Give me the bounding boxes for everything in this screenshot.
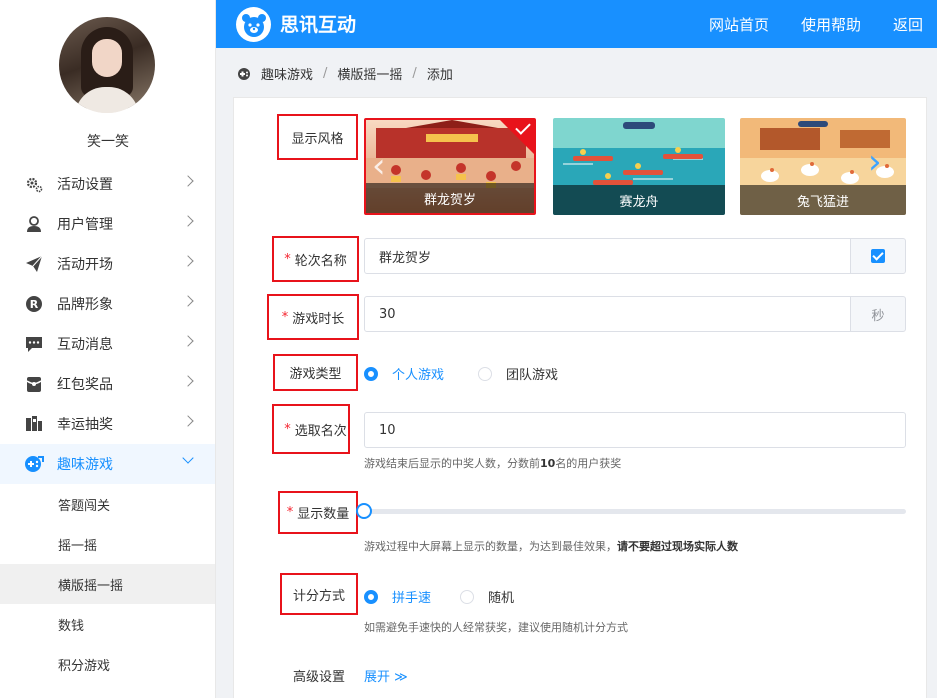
nav-back-link[interactable]: 返回: [893, 14, 923, 35]
chevron-right-icon: [182, 335, 194, 347]
sidebar-item-lucky-draw[interactable]: 幸运抽奖: [0, 404, 215, 444]
sidebar-subitem-horizontal-shake[interactable]: 横版摇一摇: [0, 564, 215, 604]
gamepad-icon: [237, 67, 253, 81]
checkbox-checked-icon[interactable]: [871, 249, 885, 263]
sidebar-item-label: 趣味游戏: [57, 457, 113, 473]
duration-unit: 秒: [850, 296, 906, 332]
advanced-expand-link[interactable]: 展开 ≫: [364, 666, 408, 685]
svg-text:R: R: [30, 298, 39, 311]
user-icon: [24, 214, 44, 234]
display-count-slider[interactable]: [364, 509, 906, 514]
chevron-right-icon: [182, 415, 194, 427]
sidebar-subitem-points-game[interactable]: 积分游戏: [0, 644, 215, 684]
chevron-right-icon: [182, 375, 194, 387]
lottery-icon: [24, 414, 44, 434]
avatar[interactable]: [59, 17, 155, 113]
style-option-dragon-boat[interactable]: 赛龙舟: [553, 118, 725, 215]
radio-team-game[interactable]: 团队游戏: [478, 364, 558, 383]
sidebar-subitem-quiz[interactable]: 答题闯关: [0, 484, 215, 524]
radio-speed-scoring[interactable]: 拼手速: [364, 587, 431, 606]
sidebar-item-label: 红包奖品: [57, 377, 113, 393]
style-option-dragon[interactable]: ‹ 群龙贺岁: [364, 118, 536, 215]
username: 笑一笑: [87, 134, 129, 150]
nav-home-link[interactable]: 网站首页: [709, 14, 769, 35]
scoring-label: 计分方式: [292, 588, 345, 604]
sidebar-item-red-packet[interactable]: 红包奖品: [0, 364, 215, 404]
duration-input[interactable]: 30: [364, 296, 851, 332]
display-count-label: * 显示数量: [286, 505, 350, 522]
chevron-right-icon: [182, 295, 194, 307]
sidebar-item-brand-image[interactable]: R 品牌形象: [0, 284, 215, 324]
style-label: 显示风格: [291, 131, 344, 147]
sidebar-item-label: 活动开场: [57, 257, 113, 273]
radio-checked-icon: [364, 366, 378, 381]
round-name-checkbox-addon[interactable]: [850, 238, 906, 274]
style-caption: 兔飞猛进: [740, 185, 906, 215]
style-caption: 赛龙舟: [553, 185, 725, 215]
sidebar-item-label: 幸运抽奖: [57, 417, 113, 433]
radio-unchecked-icon: [478, 366, 492, 381]
paper-plane-icon: [24, 254, 44, 274]
sidebar-subitem-shake[interactable]: 摇一摇: [0, 524, 215, 564]
sidebar-item-fun-games[interactable]: 趣味游戏: [0, 444, 215, 484]
sidebar-subitem-count-money[interactable]: 数钱: [0, 604, 215, 644]
display-count-hint: 游戏过程中大屏幕上显示的数量，为达到最佳效果，请不要超过现场实际人数: [364, 540, 738, 553]
gamepad-icon: [24, 454, 44, 474]
chevron-right-icon: [182, 215, 194, 227]
style-caption: 群龙贺岁: [366, 183, 534, 213]
message-icon: [24, 334, 44, 354]
chevron-right-icon[interactable]: ›: [868, 142, 882, 182]
sidebar-item-activity-settings[interactable]: 活动设置: [0, 164, 215, 204]
sidebar-menu: 活动设置 用户管理 活动开场 R 品牌形象 互动消息 红包奖品 幸运抽奖 趣味游…: [0, 164, 215, 684]
radio-random-scoring[interactable]: 随机: [460, 587, 514, 606]
radio-unchecked-icon: [460, 589, 474, 604]
round-name-label: * 轮次名称: [284, 251, 347, 269]
sidebar-item-user-management[interactable]: 用户管理: [0, 204, 215, 244]
chevron-right-icon: [182, 255, 194, 267]
gears-icon: [24, 174, 44, 194]
chevron-right-icon: [182, 175, 194, 187]
breadcrumb: 趣味游戏 / 横版摇一摇 / 添加: [237, 64, 453, 83]
registered-icon: R: [24, 294, 44, 314]
winners-label: * 选取名次: [284, 421, 347, 439]
duration-label: * 游戏时长: [281, 309, 345, 327]
style-option-rabbit[interactable]: › 兔飞猛进: [740, 118, 906, 215]
round-name-input[interactable]: 群龙贺岁: [364, 238, 851, 274]
breadcrumb-item[interactable]: 横版摇一摇: [337, 64, 402, 83]
chevron-left-icon[interactable]: ‹: [372, 146, 386, 186]
winners-hint: 游戏结束后显示的中奖人数，分数前10名的用户获奖: [364, 457, 622, 470]
breadcrumb-current: 添加: [426, 68, 453, 83]
bear-logo-icon[interactable]: [236, 7, 271, 42]
radio-checked-icon: [364, 589, 378, 604]
breadcrumb-item[interactable]: 趣味游戏: [261, 64, 313, 83]
sidebar-item-activity-opening[interactable]: 活动开场: [0, 244, 215, 284]
sidebar-item-messages[interactable]: 互动消息: [0, 324, 215, 364]
winners-input[interactable]: 10: [364, 412, 906, 448]
game-type-label: 游戏类型: [289, 367, 342, 382]
gift-box-icon: [24, 374, 44, 394]
brand-name: 思讯互动: [280, 14, 357, 36]
slider-handle[interactable]: [356, 503, 372, 519]
advanced-label: 高级设置: [292, 669, 345, 685]
sidebar-item-label: 用户管理: [57, 217, 113, 233]
radio-individual-game[interactable]: 个人游戏: [364, 364, 444, 383]
sidebar-item-label: 互动消息: [57, 337, 113, 353]
scoring-hint: 如需避免手速快的人经常获奖，建议使用随机计分方式: [364, 621, 628, 634]
top-nav: 网站首页 使用帮助 返回: [677, 0, 937, 48]
sidebar: 笑一笑 活动设置 用户管理 活动开场 R 品牌形象 互动消息 红包奖品 幸运抽奖…: [0, 0, 216, 698]
chevron-down-icon: [182, 452, 194, 464]
sidebar-item-label: 品牌形象: [57, 297, 113, 313]
topbar: 思讯互动 网站首页 使用帮助 返回: [216, 0, 937, 48]
sidebar-item-label: 活动设置: [57, 177, 113, 193]
nav-help-link[interactable]: 使用帮助: [801, 14, 861, 35]
